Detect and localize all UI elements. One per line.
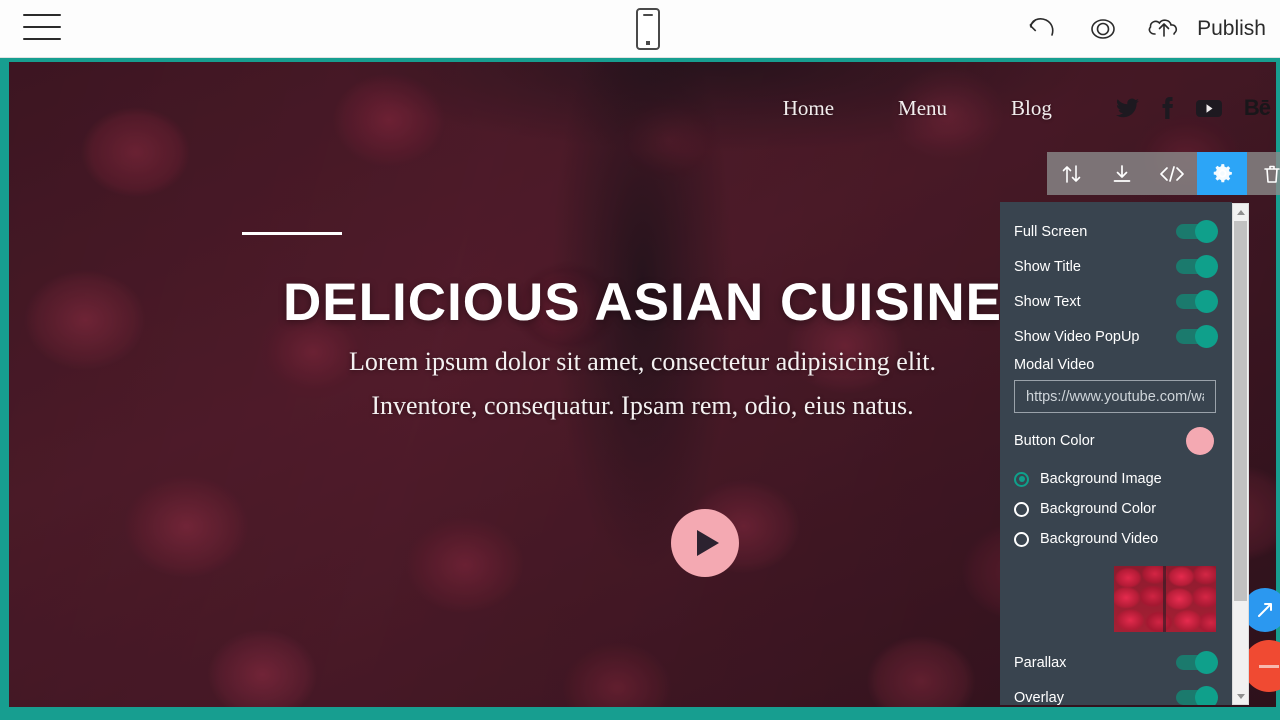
setting-full-screen[interactable]: Full Screen [1000, 214, 1232, 249]
behance-label: Bē [1243, 95, 1271, 120]
cloud-upload-icon [1144, 11, 1188, 48]
twitter-icon[interactable] [1115, 98, 1139, 118]
setting-overlay[interactable]: Overlay [1000, 680, 1232, 705]
hamburger-bar [23, 26, 61, 28]
toggle-knob [1195, 686, 1218, 705]
publish-label: Publish [1197, 17, 1266, 40]
scroll-up-arrow-icon[interactable] [1233, 204, 1248, 220]
nav-link-blog[interactable]: Blog [1011, 96, 1052, 121]
button-color-swatch[interactable] [1186, 426, 1214, 455]
eye-preview-icon[interactable] [1082, 13, 1124, 45]
play-video-button[interactable] [671, 509, 739, 577]
background-video-option[interactable]: Background Video [1000, 524, 1232, 554]
hamburger-bar [23, 14, 61, 16]
setting-label: Parallax [1014, 654, 1067, 671]
radio-background-image[interactable] [1014, 471, 1029, 487]
background-color-option[interactable]: Background Color [1000, 494, 1232, 524]
site-navigation: Home Menu Blog Bē [9, 84, 1276, 132]
phone-home-button [646, 41, 650, 45]
block-toolbar [1047, 152, 1280, 195]
editor-topbar: Publish [0, 0, 1280, 58]
setting-show-title[interactable]: Show Title [1000, 249, 1232, 284]
modal-video-label: Modal Video [1014, 357, 1095, 373]
toggle-knob [1195, 651, 1218, 674]
social-icon-group: Bē [1115, 95, 1271, 121]
play-triangle-icon [697, 530, 719, 556]
toggle-knob [1195, 255, 1218, 278]
setting-label: Show Video PopUp [1014, 328, 1140, 345]
background-image-option[interactable]: Background Image [1000, 464, 1232, 494]
topbar-actions: Publish [1022, 0, 1266, 58]
settings-panel-scrollbar[interactable] [1232, 203, 1249, 705]
show-text-toggle[interactable] [1176, 290, 1218, 313]
strawberries-thumbnail[interactable] [1114, 566, 1216, 632]
nav-link-home[interactable]: Home [783, 96, 834, 121]
modal-video-input[interactable] [1014, 380, 1216, 413]
delete-block-icon[interactable] [1247, 152, 1280, 195]
edit-code-icon[interactable] [1147, 152, 1197, 195]
setting-label: Overlay [1014, 689, 1064, 706]
hero-decorative-rule [242, 232, 342, 235]
move-block-icon[interactable] [1047, 152, 1097, 195]
facebook-icon[interactable] [1161, 97, 1174, 119]
setting-button-color[interactable]: Button Color [1000, 423, 1232, 458]
block-settings-panel: Full Screen Show Title Show Text Show Vi… [1000, 202, 1232, 705]
hamburger-icon[interactable] [23, 14, 61, 44]
undo-arrow-icon[interactable] [1022, 13, 1062, 45]
radio-background-video[interactable] [1014, 531, 1029, 547]
toggle-knob [1195, 220, 1218, 243]
overlay-toggle[interactable] [1176, 686, 1218, 705]
phone-speaker [643, 14, 653, 16]
setting-label: Show Text [1014, 293, 1081, 310]
button-color-label: Button Color [1014, 432, 1095, 449]
toggle-knob [1195, 325, 1218, 348]
radio-label: Background Color [1040, 501, 1157, 517]
block-settings-gear-icon[interactable] [1197, 152, 1247, 195]
radio-label: Background Image [1040, 471, 1162, 487]
scrollbar-thumb[interactable] [1234, 221, 1247, 601]
full-screen-toggle[interactable] [1176, 220, 1218, 243]
mobile-phone-icon[interactable] [636, 8, 660, 50]
radio-label: Background Video [1040, 531, 1159, 547]
setting-show-video-popup[interactable]: Show Video PopUp [1000, 319, 1232, 354]
scroll-down-arrow-icon[interactable] [1233, 688, 1248, 704]
download-block-icon[interactable] [1097, 152, 1147, 195]
show-video-popup-toggle[interactable] [1176, 325, 1218, 348]
toggle-knob [1195, 290, 1218, 313]
behance-icon[interactable]: Bē [1243, 95, 1271, 121]
parallax-toggle[interactable] [1176, 651, 1218, 674]
setting-show-text[interactable]: Show Text [1000, 284, 1232, 319]
setting-parallax[interactable]: Parallax [1000, 645, 1232, 680]
youtube-icon[interactable] [1195, 99, 1222, 118]
hamburger-bar [23, 38, 61, 40]
nav-link-menu[interactable]: Menu [898, 96, 947, 121]
setting-label: Full Screen [1014, 223, 1088, 240]
publish-button[interactable]: Publish [1144, 11, 1266, 48]
triangle-down [1236, 693, 1245, 699]
setting-label: Show Title [1014, 258, 1081, 275]
show-title-toggle[interactable] [1176, 255, 1218, 278]
radio-background-color[interactable] [1014, 501, 1029, 517]
triangle-up [1236, 209, 1245, 215]
minus-icon [1259, 664, 1279, 668]
